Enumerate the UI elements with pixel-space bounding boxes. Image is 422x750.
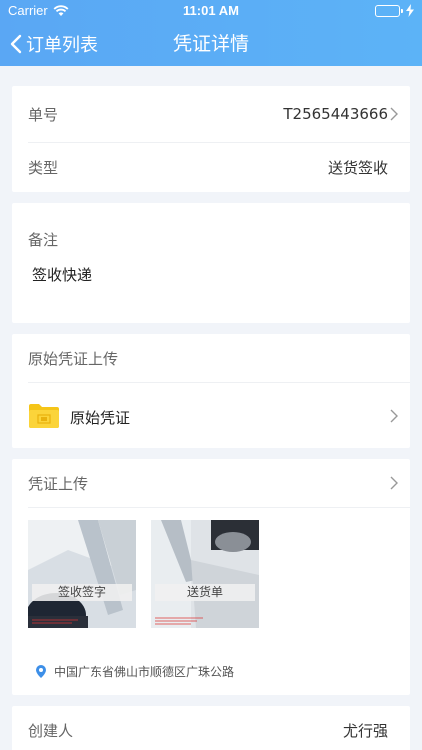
remark-card: 备注 签收快递 — [12, 203, 410, 323]
original-voucher-title: 原始凭证上传 — [28, 350, 119, 368]
voucher-photo-delivery-note[interactable]: 送货单 — [151, 520, 259, 628]
voucher-upload-card: 凭证上传 签收签字 送货单 中国广东省佛山市顺德区广珠公路 — [12, 459, 410, 695]
photo-caption: 送货单 — [155, 584, 255, 601]
remark-text: 签收快递 — [32, 266, 93, 284]
chevron-right-icon — [390, 409, 398, 422]
remark-label: 备注 — [28, 231, 59, 249]
photo-image — [28, 520, 136, 628]
creator-card: 创建人 尤行强 — [12, 706, 410, 750]
order-type-label: 类型 — [28, 158, 59, 177]
original-voucher-row[interactable]: 原始凭证 — [12, 383, 410, 448]
navigation-header: Carrier 11:01 AM 订单列表 凭证详情 — [0, 0, 422, 66]
chevron-right-icon — [390, 476, 398, 490]
voucher-upload-header[interactable]: 凭证上传 — [12, 459, 410, 507]
voucher-photo-signature[interactable]: 签收签字 — [28, 520, 136, 628]
page-title: 凭证详情 — [172, 33, 249, 55]
original-voucher-card: 原始凭证上传 原始凭证 — [12, 334, 410, 448]
photo-caption: 签收签字 — [32, 584, 132, 601]
photo-image — [151, 520, 259, 628]
original-voucher-label: 原始凭证 — [70, 409, 131, 427]
order-type-value: 送货签收 — [327, 158, 388, 177]
order-number-label: 单号 — [28, 105, 59, 124]
charging-icon — [406, 4, 414, 21]
order-info-card: 单号 T2565443666 类型 送货签收 — [12, 86, 410, 192]
creator-label: 创建人 — [28, 721, 74, 740]
location-row: 中国广东省佛山市顺德区广珠公路 — [36, 663, 234, 680]
location-pin-icon — [36, 665, 46, 678]
creator-row: 创建人 尤行强 — [12, 706, 410, 750]
chevron-right-icon — [390, 107, 398, 121]
status-bar: Carrier 11:01 AM — [0, 0, 422, 22]
voucher-upload-title: 凭证上传 — [28, 475, 89, 493]
battery-icon — [375, 5, 403, 17]
order-type-row: 类型 送货签收 — [12, 142, 410, 192]
creator-value: 尤行强 — [342, 721, 388, 740]
folder-icon — [29, 404, 59, 428]
order-number-row[interactable]: 单号 T2565443666 — [12, 86, 410, 142]
clock: 11:01 AM — [183, 3, 239, 18]
divider — [28, 507, 410, 508]
order-number-value: T2565443666 — [283, 105, 388, 123]
location-address: 中国广东省佛山市顺德区广珠公路 — [54, 665, 235, 679]
